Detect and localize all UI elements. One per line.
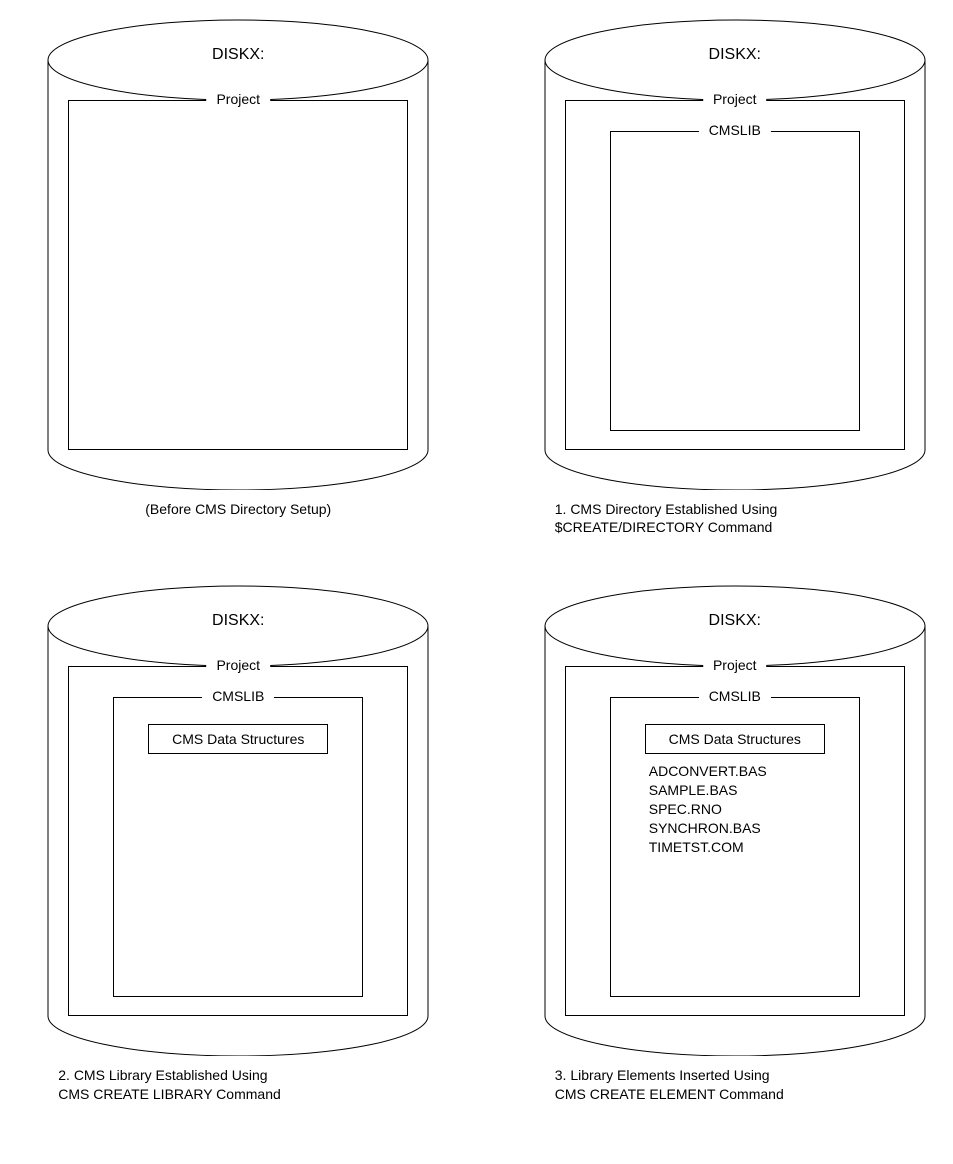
cylinder-icon: DISKX: Project CMSLIB CMS Data Structure… bbox=[535, 576, 935, 1056]
file-item: TIMETST.COM bbox=[649, 838, 845, 857]
panel-step2: DISKX: Project CMSLIB CMS Data Structure… bbox=[10, 576, 467, 1102]
disk-label: DISKX: bbox=[38, 46, 438, 64]
project-box: Project CMSLIB CMS Data Structures bbox=[68, 666, 408, 1016]
caption: 2. CMS Library Established Using CMS CRE… bbox=[58, 1066, 418, 1102]
file-item: SPEC.RNO bbox=[649, 800, 845, 819]
project-label: Project bbox=[703, 657, 767, 673]
cmslib-box: CMSLIB CMS Data Structures bbox=[113, 697, 363, 997]
caption: 1. CMS Directory Established Using $CREA… bbox=[555, 500, 915, 536]
cylinder-content: Project CMSLIB bbox=[565, 100, 905, 450]
panel-before-setup: DISKX: Project (Before CMS Directory Set… bbox=[10, 10, 467, 536]
cmslib-label: CMSLIB bbox=[699, 122, 771, 138]
caption-line1: 2. CMS Library Established Using bbox=[58, 1067, 267, 1083]
disk-label: DISKX: bbox=[38, 612, 438, 630]
project-box: Project bbox=[68, 100, 408, 450]
disk-label: DISKX: bbox=[535, 46, 935, 64]
caption-line2: $CREATE/DIRECTORY Command bbox=[555, 518, 915, 536]
caption-line2: CMS CREATE ELEMENT Command bbox=[555, 1085, 915, 1103]
cmslib-box: CMSLIB CMS Data Structures ADCONVERT.BAS… bbox=[610, 697, 860, 997]
disk-label: DISKX: bbox=[535, 612, 935, 630]
file-item: SYNCHRON.BAS bbox=[649, 819, 845, 838]
cylinder-icon: DISKX: Project CMSLIB CMS Data Structure… bbox=[38, 576, 438, 1056]
caption-line2: CMS CREATE LIBRARY Command bbox=[58, 1085, 418, 1103]
cmslib-box: CMSLIB bbox=[610, 131, 860, 431]
diagram-grid: DISKX: Project (Before CMS Directory Set… bbox=[10, 10, 953, 1103]
cylinder-content: Project bbox=[68, 100, 408, 450]
project-label: Project bbox=[206, 91, 270, 107]
cylinder-content: Project CMSLIB CMS Data Structures bbox=[68, 666, 408, 1016]
file-list: ADCONVERT.BAS SAMPLE.BAS SPEC.RNO SYNCHR… bbox=[649, 762, 845, 856]
data-structures-box: CMS Data Structures bbox=[148, 724, 328, 754]
cmslib-label: CMSLIB bbox=[202, 688, 274, 704]
file-item: SAMPLE.BAS bbox=[649, 781, 845, 800]
project-label: Project bbox=[703, 91, 767, 107]
data-structures-box: CMS Data Structures bbox=[645, 724, 825, 754]
file-item: ADCONVERT.BAS bbox=[649, 762, 845, 781]
caption-line1: 1. CMS Directory Established Using bbox=[555, 501, 778, 517]
cylinder-content: Project CMSLIB CMS Data Structures ADCON… bbox=[565, 666, 905, 1016]
panel-step1: DISKX: Project CMSLIB 1. CMS Directory E… bbox=[507, 10, 953, 536]
project-box: Project CMSLIB bbox=[565, 100, 905, 450]
caption: 3. Library Elements Inserted Using CMS C… bbox=[555, 1066, 915, 1102]
panel-step3: DISKX: Project CMSLIB CMS Data Structure… bbox=[507, 576, 953, 1102]
caption: (Before CMS Directory Setup) bbox=[58, 500, 418, 518]
cylinder-icon: DISKX: Project bbox=[38, 10, 438, 490]
caption-line1: 3. Library Elements Inserted Using bbox=[555, 1067, 770, 1083]
cmslib-label: CMSLIB bbox=[699, 688, 771, 704]
cylinder-icon: DISKX: Project CMSLIB bbox=[535, 10, 935, 490]
caption-line1: (Before CMS Directory Setup) bbox=[145, 501, 331, 517]
project-box: Project CMSLIB CMS Data Structures ADCON… bbox=[565, 666, 905, 1016]
project-label: Project bbox=[206, 657, 270, 673]
